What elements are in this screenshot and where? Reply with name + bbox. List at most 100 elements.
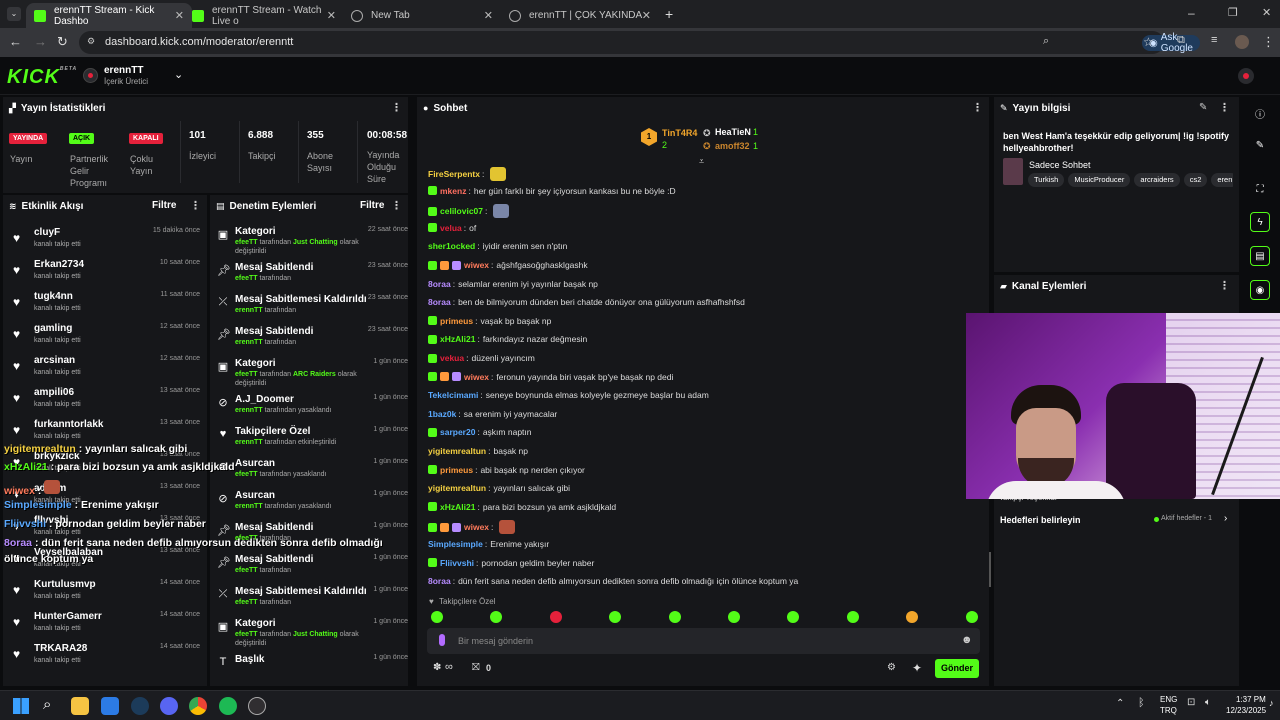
moderator-name[interactable]: efeeTT	[235, 471, 258, 478]
activity-item[interactable]: ♥ furkanntorlakk kanalı takip etti 13 saat …	[3, 414, 207, 446]
gifter-name[interactable]: amoff32	[715, 141, 750, 151]
moderator-name[interactable]: efeeTT	[235, 275, 258, 282]
activity-username[interactable]: arcsinan	[34, 355, 75, 366]
media-icon[interactable]: ≡	[1211, 34, 1217, 46]
moderation-item[interactable]: 📌︎ Mesaj Sabitlendi 23 saat önce efeeTT tar…	[210, 258, 408, 290]
notes-icon[interactable]: ▤	[1250, 246, 1270, 266]
activity-item[interactable]: ♥ arcsinan kanalı takip etti 12 saat önce	[3, 350, 207, 382]
language-indicator[interactable]: ENG	[1160, 695, 1177, 704]
moderation-item[interactable]: ▣ Kategori 1 gün önce efeeTT tarafından ARC…	[210, 354, 408, 390]
chat-username[interactable]: velua	[440, 223, 462, 233]
spotify-icon[interactable]	[219, 697, 237, 715]
edit-icon[interactable]: ✎	[1199, 102, 1207, 113]
moderation-filter-button[interactable]: Filtre	[360, 200, 384, 211]
chat-message[interactable]: 8oraa: dün ferit sana neden defib almıyor…	[428, 576, 798, 586]
chat-message[interactable]: FireSerpentx:	[428, 167, 507, 181]
chat-message[interactable]: wiwex: ağshfgasoğghasklgashk	[428, 260, 588, 270]
lightning-icon[interactable]: ϟ	[1250, 212, 1270, 232]
steam-icon[interactable]	[131, 697, 149, 715]
chat-username[interactable]: 8oraa	[428, 576, 451, 586]
chat-message[interactable]: xHzAli21: para bizi bozsun ya amk asjkldj…	[428, 502, 616, 512]
chat-username[interactable]: celilovic07	[440, 206, 483, 216]
activity-item[interactable]: ♥ HunterGamerr kanalı takip etti 14 saat ön…	[3, 606, 207, 638]
close-icon[interactable]: ✕	[484, 9, 493, 22]
moderator-name[interactable]: efeeTT	[235, 599, 258, 606]
close-icon[interactable]: ✕	[175, 9, 184, 22]
menu-icon[interactable]: ⋮	[1262, 34, 1275, 50]
volume-icon[interactable]: 🔈︎	[1205, 697, 1211, 708]
focus-icon[interactable]: ⛶	[1250, 179, 1270, 199]
quick-emote-icon[interactable]	[728, 611, 740, 623]
clock-time[interactable]: 1:37 PM	[1236, 695, 1266, 704]
kick-logo[interactable]: KICKBETA	[7, 66, 77, 89]
moderator-name[interactable]: efeeTT	[235, 371, 258, 378]
network-icon[interactable]: ⊡	[1187, 697, 1195, 708]
moderation-item[interactable]: ⤫ Mesaj Sabitlemesi Kaldırıldı 1 gün önce e…	[210, 582, 408, 614]
chat-message[interactable]: yigitemrealtun: başak np	[428, 446, 528, 456]
more-options-icon[interactable]: ⋮	[391, 199, 402, 212]
chat-username[interactable]: 1baz0k	[428, 409, 456, 419]
browser-tab-3[interactable]: New Tab ✕	[343, 3, 501, 28]
chat-username[interactable]: primeus	[440, 316, 473, 326]
chat-mic-icon[interactable]	[439, 634, 445, 646]
chat-message[interactable]: sher1ocked: iyidir erenim sen n'ptın	[428, 241, 567, 251]
reload-icon[interactable]: ↻	[57, 34, 68, 50]
chat-username[interactable]: xHzAli21	[440, 334, 475, 344]
chat-bubble-icon[interactable]: ◉	[1250, 280, 1270, 300]
windows-start-icon[interactable]	[13, 698, 29, 714]
activity-username[interactable]: furkanntorlakk	[34, 419, 103, 430]
more-options-icon[interactable]: ⋮	[1219, 279, 1230, 292]
moderation-item[interactable]: ⊘ Asurcan 1 gün önce erennTT tarafından yas…	[210, 486, 408, 518]
chat-username[interactable]: yigitemrealtun	[428, 446, 486, 456]
store-icon[interactable]	[101, 697, 119, 715]
chat-username[interactable]: wiwex	[464, 260, 489, 270]
chat-username[interactable]: Fliivvshi	[440, 558, 474, 568]
chat-message[interactable]: xHzAli21: farkındayız nazar değmesin	[428, 334, 587, 344]
notification-bell-icon[interactable]: ♪	[1269, 698, 1274, 708]
activity-item[interactable]: ♥ gamling kanalı takip etti 12 saat önce	[3, 318, 207, 350]
chat-message[interactable]: Simplesimple: Erenime yakışır	[428, 539, 549, 549]
chat-message[interactable]: 8oraa: ben de bilmiyorum dünden beri chat…	[428, 297, 745, 307]
chat-message[interactable]: velua: of	[428, 223, 476, 233]
extensions-icon[interactable]: ⧉	[1177, 34, 1185, 47]
tag-chip[interactable]: MusicProducer	[1068, 173, 1131, 187]
chrome-icon[interactable]	[189, 697, 207, 715]
more-options-icon[interactable]: ⋮	[972, 101, 983, 114]
chat-username[interactable]: Tekelcimami	[428, 390, 478, 400]
chat-username[interactable]: vekua	[440, 353, 464, 363]
chat-message[interactable]: wiwex:	[428, 520, 516, 535]
chat-message[interactable]: celilovic07:	[428, 204, 510, 219]
activity-username[interactable]: ampili06	[34, 387, 74, 398]
close-window-icon[interactable]: ✕	[1262, 6, 1271, 19]
tag-chip[interactable]: cs2	[1183, 173, 1208, 187]
chat-username[interactable]: primeus	[440, 465, 473, 475]
chat-username[interactable]: wiwex	[464, 522, 489, 532]
zoom-icon[interactable]: ⌕	[1043, 35, 1049, 48]
restore-icon[interactable]: ❐	[1228, 6, 1238, 19]
category-link[interactable]: Just Chatting	[293, 239, 338, 246]
browser-tab-2[interactable]: erennTT Stream - Watch Live o ✕	[184, 3, 344, 28]
chat-message[interactable]: 1baz0k: sa erenim iyi yaymacalar	[428, 409, 557, 419]
file-explorer-icon[interactable]	[71, 697, 89, 715]
chat-username[interactable]: 8oraa	[428, 297, 451, 307]
discord-icon[interactable]	[160, 697, 178, 715]
chat-message[interactable]: mkenz: her gün farklı bir şey içiyorsun k…	[428, 186, 676, 196]
moderator-name[interactable]: erennTT	[235, 503, 263, 510]
chat-message[interactable]: primeus: abi başak np nerden çıkıyor	[428, 465, 585, 475]
moderator-name[interactable]: erennTT	[235, 339, 263, 346]
moderation-item[interactable]: 📌︎ Mesaj Sabitlendi 1 gün önce efeeTT taraf…	[210, 550, 408, 582]
chat-username[interactable]: sher1ocked	[428, 241, 475, 251]
activity-item[interactable]: ♥ Erkan2734 kanalı takip etti 10 saat önce	[3, 254, 207, 286]
send-button[interactable]: Gönder	[935, 659, 979, 678]
tray-chevron-icon[interactable]: ⌃	[1116, 698, 1124, 709]
back-icon[interactable]: ←	[9, 34, 22, 49]
chat-message[interactable]: vekua: düzenli yayıncım	[428, 353, 535, 363]
chevron-right-icon[interactable]: ›	[1224, 513, 1227, 524]
browser-tab-4[interactable]: erennTT | ÇOK YAKINDA ✕	[501, 3, 659, 28]
tag-chip[interactable]: arcraiders	[1134, 173, 1180, 187]
search-icon[interactable]: ⌕	[43, 696, 51, 713]
chat-username[interactable]: xHzAli21	[440, 502, 475, 512]
activity-item[interactable]: ♥ cluyF kanalı takip etti 15 dakika önce	[3, 222, 207, 254]
tag-chip[interactable]: Turkish	[1028, 173, 1065, 187]
moderator-name[interactable]: erennTT	[235, 307, 263, 314]
